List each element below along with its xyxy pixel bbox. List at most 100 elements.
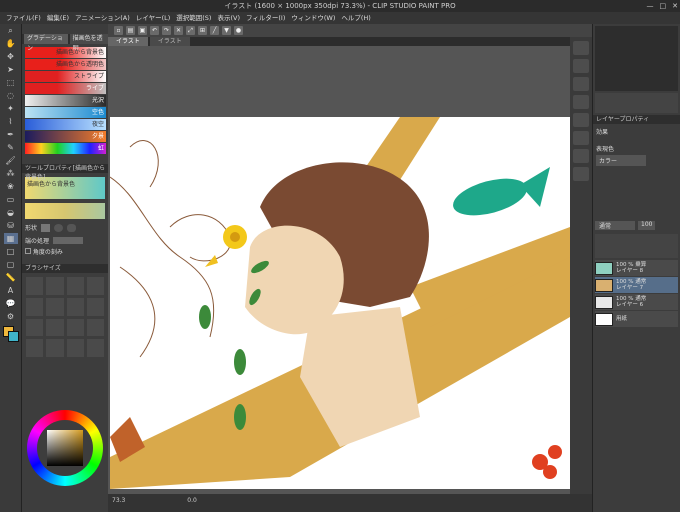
gradient-preview[interactable]: [25, 203, 105, 219]
shape-circle-icon[interactable]: [54, 223, 64, 232]
menu-selection[interactable]: 選択範囲(S): [176, 12, 211, 24]
menu-filter[interactable]: フィルター(I): [246, 12, 285, 24]
pencil-tool-icon[interactable]: ✎: [4, 142, 18, 153]
brush-size-cell[interactable]: [66, 297, 84, 316]
brush-size-cell[interactable]: [46, 339, 64, 357]
canvas[interactable]: [110, 117, 570, 489]
tab-transparent[interactable]: 描画色を透明: [69, 34, 108, 52]
item-bank-icon[interactable]: [573, 131, 589, 145]
undo-icon[interactable]: ↶: [150, 26, 159, 35]
hand-tool-icon[interactable]: ✋: [4, 38, 18, 49]
close-icon[interactable]: ✕: [672, 0, 678, 12]
opacity-field[interactable]: 100: [638, 221, 656, 230]
gradient-item-stripe[interactable]: ストライプ: [25, 71, 106, 82]
brush-size-cell[interactable]: [26, 297, 44, 316]
animation-icon[interactable]: [573, 167, 589, 181]
open-icon[interactable]: ▤: [126, 26, 135, 35]
navigator-controls[interactable]: [595, 93, 678, 113]
figure-tool-icon[interactable]: □: [4, 246, 18, 257]
zoom-value[interactable]: 73.3: [112, 497, 125, 504]
expression-color-select[interactable]: カラー: [596, 155, 646, 166]
brush-size-cell[interactable]: [46, 318, 64, 337]
blend-mode-select[interactable]: 通常: [595, 221, 635, 230]
shape-ellipse-icon[interactable]: [67, 223, 77, 232]
fill-tool-icon[interactable]: ⛁: [4, 220, 18, 231]
gradient-item-gloss[interactable]: 光沢: [25, 95, 106, 106]
new-icon[interactable]: ▫: [114, 26, 123, 35]
gradient-item-night-sky[interactable]: 夜空: [25, 119, 106, 130]
correction-tool-icon[interactable]: ⚙: [4, 311, 18, 322]
gradient-item-rainbow[interactable]: 虹: [25, 143, 106, 154]
layer-item[interactable]: 100 % 通常 レイヤー 6: [595, 294, 678, 310]
shape-linear-icon[interactable]: [41, 223, 51, 232]
brush-size-cell[interactable]: [86, 339, 104, 357]
snap-icon[interactable]: ⊞: [198, 26, 207, 35]
blend-tool-icon[interactable]: ◒: [4, 207, 18, 218]
tool-property-gradient[interactable]: 描画色から背景色: [25, 177, 105, 199]
navigator-icon[interactable]: [573, 41, 589, 55]
menu-layer[interactable]: レイヤー(L): [136, 12, 171, 24]
layer-item[interactable]: 100 % 乗算 レイヤー 8: [595, 260, 678, 276]
pen-tool-icon[interactable]: ✒: [4, 129, 18, 140]
brush-size-cell[interactable]: [26, 339, 44, 357]
gradient-item-fg-bg[interactable]: 描画色から背景色: [25, 47, 106, 58]
redo-icon[interactable]: ↷: [162, 26, 171, 35]
layer-item-selected[interactable]: 100 % 通常 レイヤー 7: [595, 277, 678, 293]
minimize-icon[interactable]: —: [647, 0, 654, 12]
zoom-tool-icon[interactable]: ⌕: [4, 25, 18, 36]
magic-wand-icon[interactable]: ✦: [4, 103, 18, 114]
menu-file[interactable]: ファイル(F): [6, 12, 41, 24]
brush-size-cell[interactable]: [86, 297, 104, 316]
layer-item-paper[interactable]: 用紙: [595, 311, 678, 327]
menu-help[interactable]: ヘルプ(H): [341, 12, 370, 24]
gradient-item-sunset[interactable]: 夕景: [25, 131, 106, 142]
clear-icon[interactable]: ✕: [174, 26, 183, 35]
frame-tool-icon[interactable]: ▢: [4, 259, 18, 270]
gradient-item-fg-transparent[interactable]: 描画色から透明色: [25, 59, 106, 70]
doc-tab[interactable]: イラスト: [149, 37, 190, 46]
brush-size-cell[interactable]: [26, 318, 44, 337]
text-tool-icon[interactable]: A: [4, 285, 18, 296]
brush-size-cell[interactable]: [26, 277, 44, 295]
gradient-item-sky[interactable]: 空色: [25, 107, 106, 118]
brush-size-cell[interactable]: [66, 318, 84, 337]
color-wheel[interactable]: [27, 410, 103, 486]
brush-size-cell[interactable]: [66, 277, 84, 295]
history-icon[interactable]: [573, 95, 589, 109]
save-icon[interactable]: ▣: [138, 26, 147, 35]
decoration-icon[interactable]: ❀: [4, 181, 18, 192]
gradient-item-live[interactable]: ライブ: [25, 83, 106, 94]
menu-window[interactable]: ウィンドウ(W): [291, 12, 335, 24]
ruler-tool-icon[interactable]: 📏: [4, 272, 18, 283]
edge-option-icon[interactable]: [53, 237, 84, 244]
ruler-snap-icon[interactable]: ╱: [210, 26, 219, 35]
move-tool-icon[interactable]: ✥: [4, 51, 18, 62]
gradient-tool-icon[interactable]: ▦: [3, 233, 18, 244]
fill-icon[interactable]: ▼: [222, 26, 231, 35]
lasso-tool-icon[interactable]: ◌: [4, 90, 18, 101]
tab-gradient[interactable]: グラデーション: [24, 34, 68, 52]
eraser-icon[interactable]: ▭: [4, 194, 18, 205]
sub-color-swatch[interactable]: [8, 331, 19, 342]
material-icon[interactable]: [573, 77, 589, 91]
selection-tool-icon[interactable]: ⬚: [4, 77, 18, 88]
menu-view[interactable]: 表示(V): [217, 12, 240, 24]
settings-icon[interactable]: ●: [234, 26, 243, 35]
brush-size-cell[interactable]: [46, 297, 64, 316]
brush-tool-icon[interactable]: 🖌: [4, 155, 18, 166]
layer-search-icon[interactable]: [573, 149, 589, 163]
brush-size-cell[interactable]: [66, 339, 84, 357]
airbrush-icon[interactable]: ⁂: [4, 168, 18, 179]
color-square[interactable]: [47, 430, 83, 466]
sub-view-icon[interactable]: [573, 59, 589, 73]
brush-size-cell[interactable]: [46, 277, 64, 295]
doc-tab-active[interactable]: イラスト: [108, 37, 148, 46]
transform-icon[interactable]: ⤢: [186, 26, 195, 35]
brush-size-cell[interactable]: [86, 318, 104, 337]
balloon-tool-icon[interactable]: 💬: [4, 298, 18, 309]
maximize-icon[interactable]: □: [660, 0, 667, 12]
angle-snap-checkbox[interactable]: [25, 248, 31, 254]
brush-size-cell[interactable]: [86, 277, 104, 295]
menu-animation[interactable]: アニメーション(A): [75, 12, 130, 24]
auto-action-icon[interactable]: [573, 113, 589, 127]
